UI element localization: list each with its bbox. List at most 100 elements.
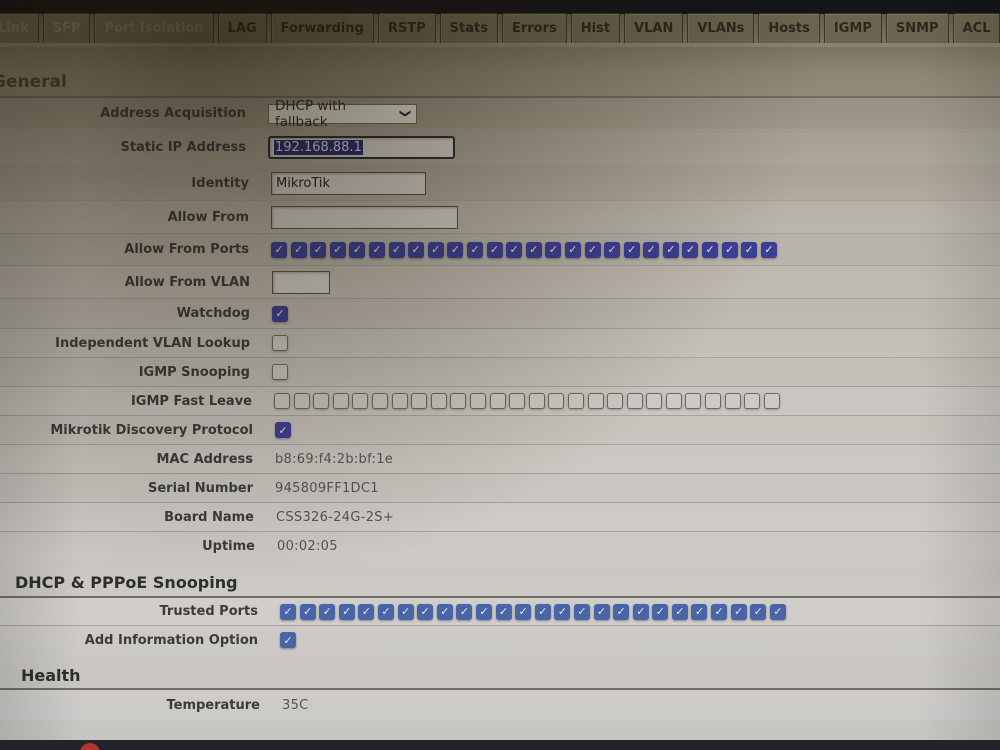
port-checkbox-13[interactable] — [509, 393, 526, 409]
port-checkbox-8[interactable]: ✓ — [408, 241, 425, 258]
port-checkbox-25[interactable]: ✓ — [741, 241, 758, 258]
port-checkbox-5[interactable]: ✓ — [358, 603, 375, 620]
port-checkbox-16[interactable]: ✓ — [573, 603, 590, 620]
port-checkbox-3[interactable]: ✓ — [319, 603, 336, 620]
tab-errors[interactable]: Errors — [501, 13, 567, 43]
port-checkbox-13[interactable]: ✓ — [506, 241, 523, 258]
tab-snmp[interactable]: SNMP — [885, 13, 949, 43]
port-checkbox-20[interactable] — [646, 393, 663, 409]
port-checkbox-11[interactable] — [469, 393, 486, 409]
port-checkbox-24[interactable]: ✓ — [721, 241, 738, 258]
tab-port-isolation[interactable]: Port Isolation — [94, 13, 214, 43]
port-checkbox-21[interactable]: ✓ — [671, 603, 688, 620]
tab-igmp[interactable]: IGMP — [823, 13, 882, 43]
port-checkbox-17[interactable]: ✓ — [593, 603, 610, 620]
port-checkbox-18[interactable] — [607, 393, 624, 409]
port-checkbox-18[interactable]: ✓ — [604, 241, 621, 258]
port-checkbox-26[interactable] — [763, 393, 780, 409]
port-checkbox-4[interactable]: ✓ — [329, 241, 346, 258]
port-checkbox-14[interactable] — [528, 393, 545, 409]
port-checkbox-4[interactable]: ✓ — [338, 603, 355, 620]
port-checkbox-6[interactable] — [371, 393, 388, 409]
port-checkbox-9[interactable]: ✓ — [427, 241, 444, 258]
port-checkbox-11[interactable]: ✓ — [466, 241, 483, 258]
port-checkbox-16[interactable] — [567, 393, 584, 409]
tab-sfp[interactable]: SFP — [42, 13, 91, 43]
tab-lag[interactable]: LAG — [217, 13, 267, 43]
port-checkbox-2[interactable] — [293, 393, 310, 409]
port-checkbox-15[interactable]: ✓ — [554, 603, 571, 620]
tab-hosts[interactable]: Hosts — [758, 13, 820, 43]
port-checkbox-3[interactable]: ✓ — [310, 241, 327, 258]
port-checkbox-25[interactable]: ✓ — [750, 603, 767, 620]
port-checkbox-23[interactable]: ✓ — [711, 603, 728, 620]
tab-vlans[interactable]: VLANs — [687, 13, 755, 43]
port-checkbox-15[interactable] — [548, 393, 565, 409]
port-checkbox-24[interactable]: ✓ — [730, 603, 747, 620]
tab-acl[interactable]: ACL — [952, 13, 1000, 43]
port-checkbox-17[interactable]: ✓ — [584, 241, 601, 258]
port-checkbox-9[interactable]: ✓ — [436, 603, 453, 620]
port-checkbox-5[interactable]: ✓ — [349, 241, 366, 258]
port-checkbox-26[interactable]: ✓ — [760, 241, 777, 258]
port-checkbox-3[interactable] — [313, 393, 330, 409]
port-checkbox-1[interactable]: ✓ — [280, 603, 296, 620]
port-checkbox-22[interactable] — [685, 393, 702, 409]
tab-stats[interactable]: Stats — [439, 13, 498, 43]
port-checkbox-20[interactable]: ✓ — [643, 241, 660, 258]
tab-hist[interactable]: Hist — [570, 13, 621, 43]
port-checkbox-23[interactable]: ✓ — [702, 241, 719, 258]
port-checkbox-7[interactable] — [391, 393, 408, 409]
tab-rstp[interactable]: RSTP — [377, 13, 436, 43]
port-checkbox-19[interactable] — [626, 393, 643, 409]
port-checkbox-1[interactable]: ✓ — [271, 241, 287, 258]
port-checkbox-15[interactable]: ✓ — [545, 241, 562, 258]
port-checkbox-26[interactable]: ✓ — [769, 603, 786, 620]
allow-from-vlan-input[interactable] — [272, 270, 330, 294]
port-checkbox-10[interactable]: ✓ — [456, 603, 473, 620]
port-checkbox-2[interactable]: ✓ — [299, 603, 316, 620]
port-checkbox-2[interactable]: ✓ — [290, 241, 307, 258]
port-checkbox-9[interactable] — [430, 393, 447, 409]
port-checkbox-17[interactable] — [587, 393, 604, 409]
port-checkbox-19[interactable]: ✓ — [632, 603, 649, 620]
port-checkbox-12[interactable]: ✓ — [495, 603, 512, 620]
allow-from-input[interactable] — [271, 205, 458, 229]
port-checkbox-22[interactable]: ✓ — [691, 603, 708, 620]
port-checkbox-22[interactable]: ✓ — [682, 241, 699, 258]
port-checkbox-10[interactable] — [450, 393, 467, 409]
mdp-checkbox[interactable]: ✓ — [275, 422, 291, 438]
port-checkbox-5[interactable] — [352, 393, 369, 409]
tab-vlan[interactable]: VLAN — [624, 13, 684, 43]
port-checkbox-12[interactable]: ✓ — [486, 241, 503, 258]
identity-input[interactable]: MikroTik — [271, 171, 426, 195]
taskbar-app-icon[interactable] — [80, 743, 100, 750]
tab-link[interactable]: Link — [0, 13, 39, 43]
add-info-option-checkbox[interactable]: ✓ — [280, 632, 296, 648]
port-checkbox-14[interactable]: ✓ — [534, 603, 551, 620]
port-checkbox-20[interactable]: ✓ — [652, 603, 669, 620]
port-checkbox-19[interactable]: ✓ — [623, 241, 640, 258]
port-checkbox-7[interactable]: ✓ — [397, 603, 414, 620]
port-checkbox-7[interactable]: ✓ — [388, 241, 405, 258]
port-checkbox-6[interactable]: ✓ — [377, 603, 394, 620]
port-checkbox-13[interactable]: ✓ — [515, 603, 532, 620]
port-checkbox-23[interactable] — [705, 393, 722, 409]
port-checkbox-8[interactable] — [411, 393, 428, 409]
port-checkbox-10[interactable]: ✓ — [447, 241, 464, 258]
port-checkbox-11[interactable]: ✓ — [475, 603, 492, 620]
igmp-snooping-checkbox[interactable] — [272, 364, 288, 380]
watchdog-checkbox[interactable]: ✓ — [272, 305, 288, 322]
tab-forwarding[interactable]: Forwarding — [270, 13, 374, 43]
port-checkbox-12[interactable] — [489, 393, 506, 409]
port-checkbox-8[interactable]: ✓ — [417, 603, 434, 620]
port-checkbox-4[interactable] — [332, 393, 349, 409]
port-checkbox-24[interactable] — [724, 393, 741, 409]
port-checkbox-14[interactable]: ✓ — [525, 241, 542, 258]
port-checkbox-16[interactable]: ✓ — [564, 241, 581, 258]
address-acquisition-select[interactable]: DHCP with fallback ❯ — [268, 98, 417, 130]
port-checkbox-18[interactable]: ✓ — [613, 603, 630, 620]
port-checkbox-6[interactable]: ✓ — [368, 241, 385, 258]
static-ip-input[interactable]: 192.168.88.1 — [268, 136, 455, 159]
port-checkbox-1[interactable] — [274, 393, 290, 409]
